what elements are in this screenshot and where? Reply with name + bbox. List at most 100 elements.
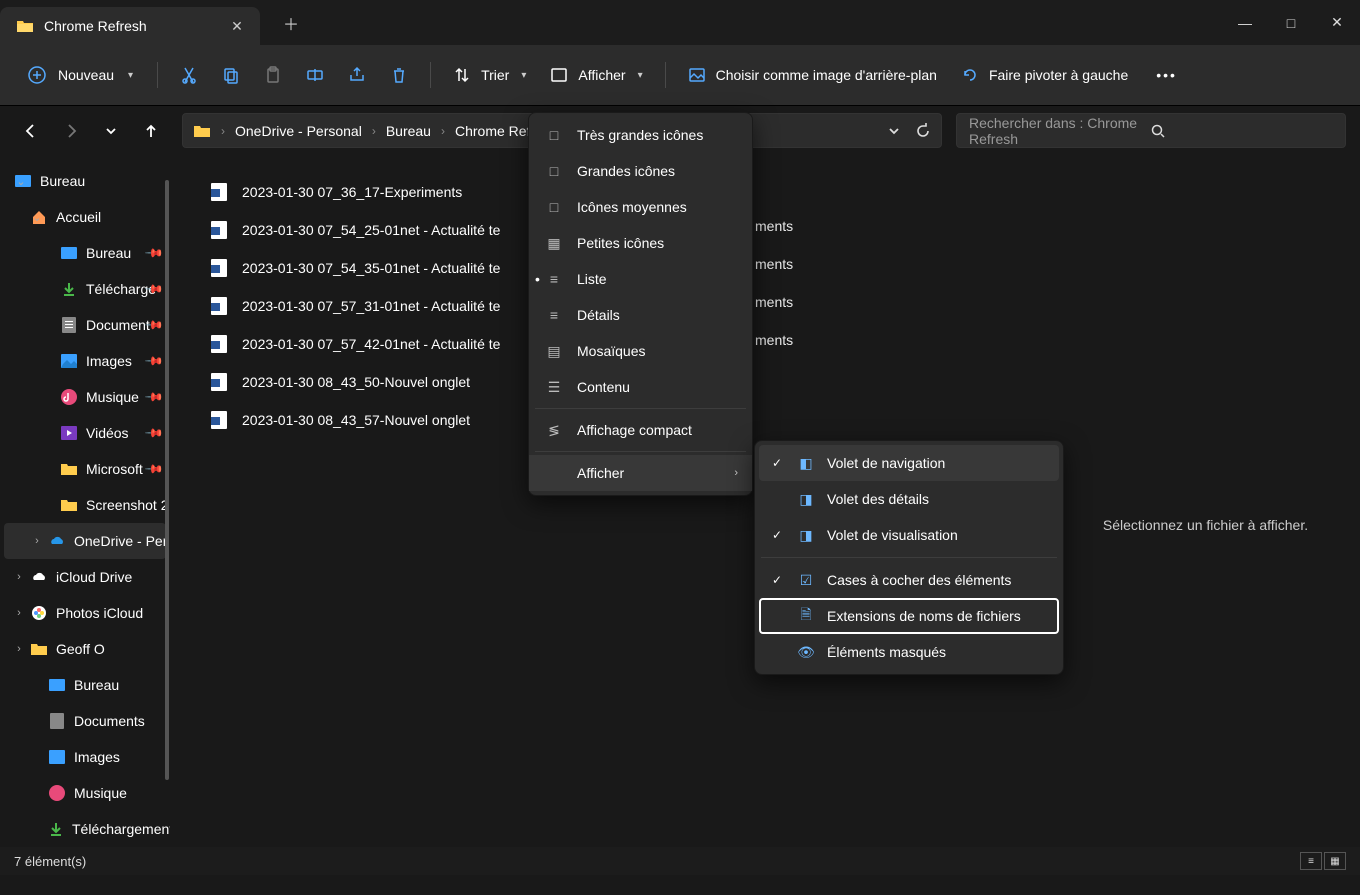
sidebar-item-downloads[interactable]: Télécharge📌 (0, 271, 170, 307)
document-icon (60, 316, 78, 334)
view-button[interactable]: Afficher ▾ (540, 57, 652, 93)
copy-button[interactable] (212, 57, 250, 93)
sidebar-item-bureau[interactable]: Bureau📌 (0, 235, 170, 271)
menu-item-tiles[interactable]: ▤Mosaïques (529, 333, 752, 369)
menu-item-preview-pane[interactable]: ✓◨Volet de visualisation (759, 517, 1059, 553)
thumbnails-view-button[interactable]: ▦ (1324, 852, 1346, 870)
menu-item-show[interactable]: Afficher› (529, 455, 752, 491)
maximize-button[interactable]: □ (1268, 3, 1314, 43)
set-wallpaper-button[interactable]: Choisir comme image d'arrière-plan (678, 57, 947, 93)
onedrive-icon (48, 532, 66, 550)
details-icon: ≡ (545, 307, 563, 323)
expand-icon[interactable]: › (30, 535, 44, 547)
music-icon (48, 784, 66, 802)
sort-button[interactable]: Trier ▾ (443, 57, 536, 93)
chevron-right-icon: › (221, 124, 225, 138)
collapse-icon[interactable]: ⌄ (30, 211, 44, 224)
sidebar-item-images[interactable]: Images📌 (0, 343, 170, 379)
folder-icon (193, 124, 211, 138)
close-button[interactable]: ✕ (1314, 3, 1360, 43)
photos-icon (30, 604, 48, 622)
sidebar-item-documents[interactable]: Document📌 (0, 307, 170, 343)
word-doc-icon (210, 183, 228, 201)
word-doc-icon (210, 259, 228, 277)
menu-item-compact[interactable]: ≶Affichage compact (529, 412, 752, 448)
menu-item-hidden[interactable]: 👁Éléments masqués (759, 634, 1059, 670)
pin-icon: 📌 (144, 351, 164, 371)
sidebar-item-images2[interactable]: Images (0, 739, 170, 775)
menu-item-list[interactable]: ≡Liste (529, 261, 752, 297)
forward-button[interactable] (54, 114, 88, 148)
sidebar-item-bureau-root[interactable]: ⌄ Bureau (0, 163, 170, 199)
menu-item-content[interactable]: ☰Contenu (529, 369, 752, 405)
menu-item-extensions[interactable]: 🗎Extensions de noms de fichiers (759, 598, 1059, 634)
folder-icon (30, 640, 48, 658)
breadcrumb[interactable]: OneDrive - Personal (235, 123, 362, 139)
sidebar-item-videos[interactable]: Vidéos📌 (0, 415, 170, 451)
new-tab-button[interactable]: ＋ (275, 7, 307, 39)
expand-icon[interactable]: › (12, 607, 26, 619)
sidebar-item-accueil[interactable]: ⌄ Accueil (0, 199, 170, 235)
new-button[interactable]: Nouveau ▾ (16, 57, 145, 93)
expand-icon[interactable]: › (12, 643, 26, 655)
delete-button[interactable] (380, 57, 418, 93)
share-button[interactable] (338, 57, 376, 93)
menu-item-large-icons[interactable]: □Grandes icônes (529, 153, 752, 189)
list-icon: ≡ (545, 271, 563, 287)
cut-button[interactable] (170, 57, 208, 93)
sidebar-item-documents2[interactable]: Documents (0, 703, 170, 739)
preview-pane: Sélectionnez un fichier à afficher. (1050, 155, 1360, 895)
sidebar-item-label: Bureau (40, 173, 85, 189)
sidebar-item-photos-icloud[interactable]: ›Photos iCloud (0, 595, 170, 631)
sidebar-item-icloud[interactable]: ›iCloud Drive (0, 559, 170, 595)
file-name: 2023-01-30 07_54_25-01net - Actualité te (242, 222, 500, 238)
content-icon: ☰ (545, 379, 563, 396)
recent-button[interactable] (94, 114, 128, 148)
sidebar-item-label: Musique (74, 785, 127, 801)
menu-item-nav-pane[interactable]: ✓◧Volet de navigation (759, 445, 1059, 481)
sidebar-item-music2[interactable]: Musique (0, 775, 170, 811)
word-doc-icon (210, 335, 228, 353)
back-button[interactable] (14, 114, 48, 148)
monitor-icon: □ (545, 127, 563, 143)
rotate-left-button[interactable]: Faire pivoter à gauche (951, 57, 1138, 93)
menu-item-extra-large-icons[interactable]: □Très grandes icônes (529, 117, 752, 153)
up-button[interactable] (134, 114, 168, 148)
menu-item-small-icons[interactable]: ▦Petites icônes (529, 225, 752, 261)
sidebar-item-label: Musique (86, 389, 139, 405)
collapse-icon[interactable]: ⌄ (14, 175, 28, 188)
more-icon: ••• (1156, 67, 1177, 83)
menu-item-details[interactable]: ≡Détails (529, 297, 752, 333)
address-dropdown-button[interactable] (887, 124, 901, 138)
sidebar-item-microsoft[interactable]: Microsoft📌 (0, 451, 170, 487)
tab-active[interactable]: Chrome Refresh ✕ (0, 7, 260, 45)
sidebar-item-downloads2[interactable]: Téléchargement (0, 811, 170, 847)
folder-icon (60, 460, 78, 478)
search-input[interactable]: Rechercher dans : Chrome Refresh (956, 113, 1346, 148)
sidebar-item-bureau2[interactable]: Bureau (0, 667, 170, 703)
download-icon (60, 280, 78, 298)
sidebar-item-label: Bureau (74, 677, 119, 693)
sidebar-item-screenshot[interactable]: Screenshot 2 (0, 487, 170, 523)
word-doc-icon (210, 373, 228, 391)
scrollbar[interactable] (165, 180, 169, 780)
sidebar-item-onedrive[interactable]: ›OneDrive - Per (4, 523, 166, 559)
sidebar-item-music[interactable]: Musique📌 (0, 379, 170, 415)
paste-button[interactable] (254, 57, 292, 93)
tab-close-button[interactable]: ✕ (226, 15, 248, 37)
word-doc-icon (210, 221, 228, 239)
icloud-icon (30, 568, 48, 586)
details-view-button[interactable]: ≡ (1300, 852, 1322, 870)
minimize-button[interactable]: — (1222, 3, 1268, 43)
view-button-label: Afficher (578, 67, 625, 83)
menu-item-medium-icons[interactable]: □Icônes moyennes (529, 189, 752, 225)
expand-icon[interactable]: › (12, 571, 26, 583)
breadcrumb[interactable]: Bureau (386, 123, 431, 139)
sidebar-item-label: Vidéos (86, 425, 129, 441)
rename-button[interactable] (296, 57, 334, 93)
sidebar-item-user[interactable]: ›Geoff O (0, 631, 170, 667)
menu-item-details-pane[interactable]: ◨Volet des détails (759, 481, 1059, 517)
more-button[interactable]: ••• (1146, 57, 1187, 93)
menu-item-checkboxes[interactable]: ✓☑Cases à cocher des éléments (759, 562, 1059, 598)
refresh-button[interactable] (915, 123, 931, 139)
